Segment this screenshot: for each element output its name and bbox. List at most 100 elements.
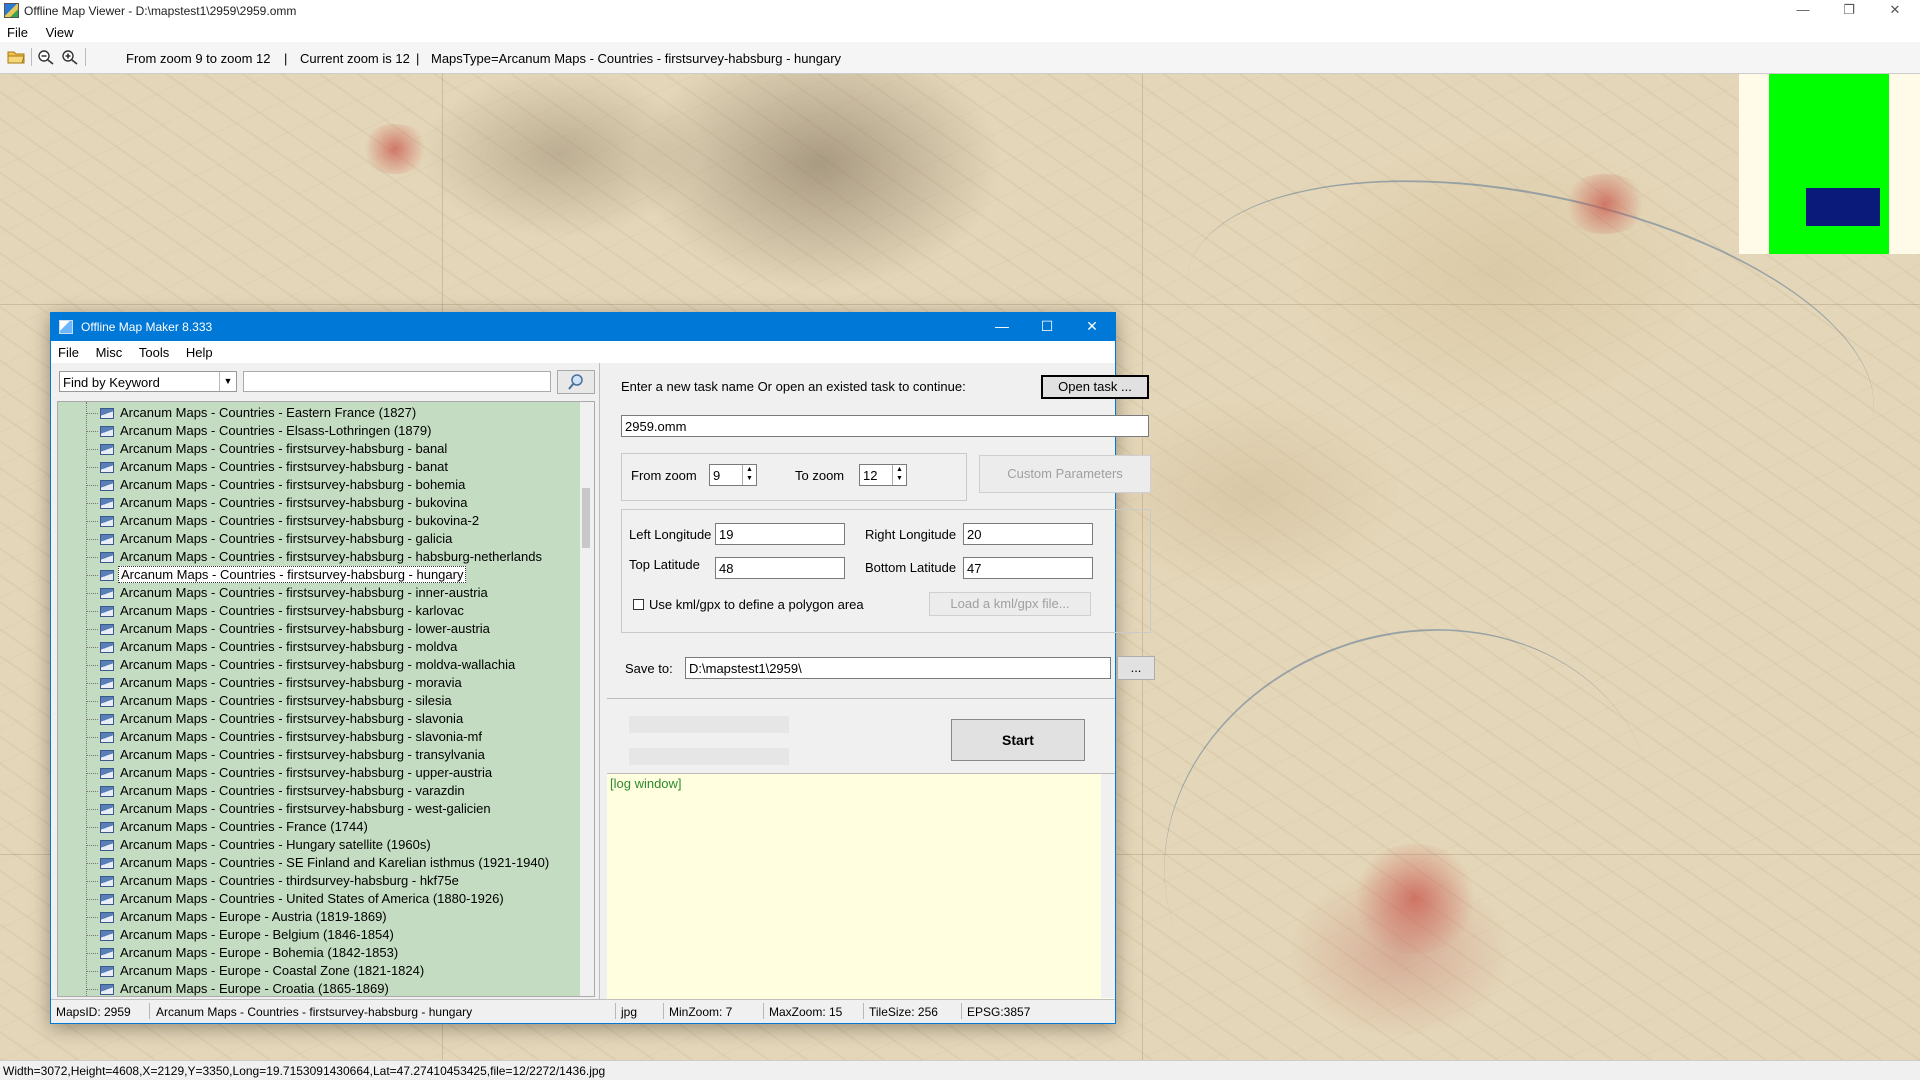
dialog-title: Offline Map Maker 8.333 (81, 320, 213, 334)
map-type-label: Arcanum Maps - Countries - firstsurvey-h… (120, 603, 464, 618)
left-longitude-input[interactable]: 19 (715, 523, 845, 545)
open-task-button[interactable]: Open task ... (1041, 375, 1149, 399)
to-zoom-spinner[interactable]: 12 ▲ ▼ (859, 464, 907, 486)
open-folder-icon[interactable] (7, 49, 25, 65)
map-type-tree-item[interactable]: Arcanum Maps - Countries - firstsurvey-h… (86, 440, 449, 458)
map-type-tree-item[interactable]: Arcanum Maps - Countries - firstsurvey-h… (86, 458, 450, 476)
load-kml-button[interactable]: Load a kml/gpx file... (929, 592, 1091, 616)
tree-scrollbar-thumb[interactable] (582, 488, 590, 548)
map-type-tree-item[interactable]: Arcanum Maps - Countries - United States… (86, 890, 506, 908)
map-type-tree-item[interactable]: Arcanum Maps - Europe - Austria (1819-18… (86, 908, 389, 926)
tree-scrollbar[interactable] (580, 402, 594, 996)
info-separator: | (416, 51, 420, 66)
map-type-tree[interactable]: Arcanum Maps - Countries - Eastern Franc… (57, 401, 595, 997)
custom-parameters-button[interactable]: Custom Parameters (979, 455, 1151, 493)
map-type-tree-item[interactable]: Arcanum Maps - Countries - firstsurvey-h… (86, 764, 494, 782)
log-window[interactable]: [log window] (607, 773, 1115, 999)
dialog-menu-file[interactable]: File (51, 341, 85, 360)
dialog-menu-help[interactable]: Help (179, 341, 219, 360)
search-button[interactable] (557, 370, 595, 394)
map-type-tree-item[interactable]: Arcanum Maps - Countries - firstsurvey-h… (86, 494, 470, 512)
map-type-tree-item[interactable]: Arcanum Maps - Countries - firstsurvey-h… (86, 800, 493, 818)
tree-branch-line (86, 881, 98, 883)
search-icon (568, 374, 583, 390)
map-type-tree-item[interactable]: Arcanum Maps - Countries - firstsurvey-h… (86, 782, 467, 800)
keyword-search-input[interactable] (243, 371, 551, 392)
task-prompt-label: Enter a new task name Or open an existed… (621, 379, 966, 394)
pane-splitter[interactable] (599, 363, 600, 999)
map-image-icon (100, 804, 114, 816)
menu-view[interactable]: View (39, 22, 81, 40)
map-type-tree-item[interactable]: Arcanum Maps - Countries - thirdsurvey-h… (86, 872, 461, 890)
from-zoom-spinner[interactable]: 9 ▲ ▼ (709, 464, 757, 486)
save-to-path-input[interactable]: D:\mapstest1\2959\ (685, 657, 1111, 679)
map-type-label: Arcanum Maps - Countries - firstsurvey-h… (120, 657, 516, 672)
map-type-tree-item[interactable]: Arcanum Maps - Countries - firstsurvey-h… (86, 620, 492, 638)
cursor-position-info: Width=3072,Height=4608,X=2129,Y=3350,Lon… (3, 1064, 606, 1078)
map-type-tree-item[interactable]: Arcanum Maps - Countries - firstsurvey-h… (86, 728, 484, 746)
right-longitude-input[interactable]: 20 (963, 523, 1093, 545)
map-type-tree-item[interactable]: Arcanum Maps - Countries - firstsurvey-h… (86, 548, 544, 566)
dialog-menubar: File Misc Tools Help (51, 341, 1115, 363)
top-latitude-input[interactable]: 48 (715, 557, 845, 579)
overall-progress-bar (629, 716, 789, 733)
map-type-tree-item[interactable]: Arcanum Maps - Countries - firstsurvey-h… (86, 674, 464, 692)
map-type-tree-item[interactable]: Arcanum Maps - Countries - firstsurvey-h… (86, 512, 481, 530)
from-zoom-value: 9 (713, 468, 721, 483)
map-type-tree-item[interactable]: Arcanum Maps - Countries - firstsurvey-h… (86, 692, 454, 710)
map-type-tree-item[interactable]: Arcanum Maps - Countries - firstsurvey-h… (86, 638, 459, 656)
map-type-tree-item[interactable]: Arcanum Maps - Europe - Croatia (1865-18… (86, 980, 391, 996)
map-type-tree-item[interactable]: Arcanum Maps - Countries - firstsurvey-h… (86, 656, 517, 674)
maps-id-status: MapsID: 2959 (56, 1005, 131, 1019)
close-button[interactable]: ✕ (1872, 0, 1918, 22)
map-type-tree-item[interactable]: Arcanum Maps - Countries - Eastern Franc… (86, 404, 418, 422)
map-image-icon (100, 930, 114, 942)
map-type-tree-item[interactable]: Arcanum Maps - Countries - SE Finland an… (86, 854, 551, 872)
tree-branch-line (86, 413, 98, 415)
menu-file[interactable]: File (0, 22, 35, 40)
map-type-tree-item[interactable]: Arcanum Maps - Countries - firstsurvey-h… (86, 710, 465, 728)
map-type-label: Arcanum Maps - Countries - United States… (120, 891, 504, 906)
zoom-out-icon[interactable] (37, 49, 55, 65)
map-type-tree-item[interactable]: Arcanum Maps - Europe - Belgium (1846-18… (86, 926, 396, 944)
restore-button[interactable]: ❐ (1826, 0, 1872, 22)
map-type-tree-item[interactable]: Arcanum Maps - Countries - Hungary satel… (86, 836, 433, 854)
map-type-tree-item[interactable]: Arcanum Maps - Europe - Bohemia (1842-18… (86, 944, 400, 962)
dialog-menu-misc[interactable]: Misc (89, 341, 129, 360)
find-mode-value: Find by Keyword (63, 375, 160, 390)
map-type-tree-item[interactable]: Arcanum Maps - Countries - France (1744) (86, 818, 370, 836)
map-type-tree-item[interactable]: Arcanum Maps - Countries - firstsurvey-h… (86, 530, 454, 548)
map-type-label: Arcanum Maps - Countries - firstsurvey-h… (120, 747, 485, 762)
map-type-tree-item[interactable]: Arcanum Maps - Countries - firstsurvey-h… (86, 746, 487, 764)
spin-arrows-icon[interactable]: ▲ ▼ (892, 465, 906, 485)
start-button[interactable]: Start (951, 719, 1085, 761)
task-name-input[interactable]: 2959.omm (621, 415, 1149, 437)
map-type-tree-item[interactable]: Arcanum Maps - Countries - firstsurvey-h… (86, 476, 467, 494)
status-separator (615, 1003, 616, 1019)
zoom-range-info: From zoom 9 to zoom 12 (126, 51, 271, 66)
tree-branch-line (86, 521, 98, 523)
overview-minimap[interactable] (1739, 74, 1920, 254)
zoom-in-icon[interactable] (61, 49, 79, 65)
tree-branch-line (86, 683, 98, 685)
map-type-tree-item[interactable]: Arcanum Maps - Countries - Elsass-Lothri… (86, 422, 433, 440)
map-image-icon (100, 462, 114, 474)
dialog-maximize-button[interactable]: ☐ (1024, 313, 1070, 341)
map-type-tree-item[interactable]: Arcanum Maps - Countries - firstsurvey-h… (86, 602, 466, 620)
map-type-tree-item[interactable]: Arcanum Maps - Countries - firstsurvey-h… (86, 566, 467, 584)
browse-folder-button[interactable]: ... (1117, 656, 1155, 680)
log-scrollbar[interactable] (1101, 774, 1115, 998)
map-type-tree-item[interactable]: Arcanum Maps - Countries - firstsurvey-h… (86, 584, 490, 602)
minimize-button[interactable]: — (1780, 0, 1826, 22)
find-mode-select[interactable]: Find by Keyword ▼ (59, 371, 237, 392)
bottom-latitude-input[interactable]: 47 (963, 557, 1093, 579)
dialog-menu-tools[interactable]: Tools (132, 341, 175, 360)
dialog-close-button[interactable]: ✕ (1069, 313, 1115, 341)
map-type-tree-item[interactable]: Arcanum Maps - Europe - Coastal Zone (18… (86, 962, 426, 980)
kml-polygon-checkbox[interactable] (633, 599, 644, 610)
info-separator: | (284, 51, 288, 66)
spin-arrows-icon[interactable]: ▲ ▼ (742, 465, 756, 485)
chevron-down-icon[interactable]: ▼ (219, 372, 236, 391)
maps-type-info: MapsType=Arcanum Maps - Countries - firs… (431, 51, 842, 66)
dialog-minimize-button[interactable]: — (979, 313, 1025, 341)
